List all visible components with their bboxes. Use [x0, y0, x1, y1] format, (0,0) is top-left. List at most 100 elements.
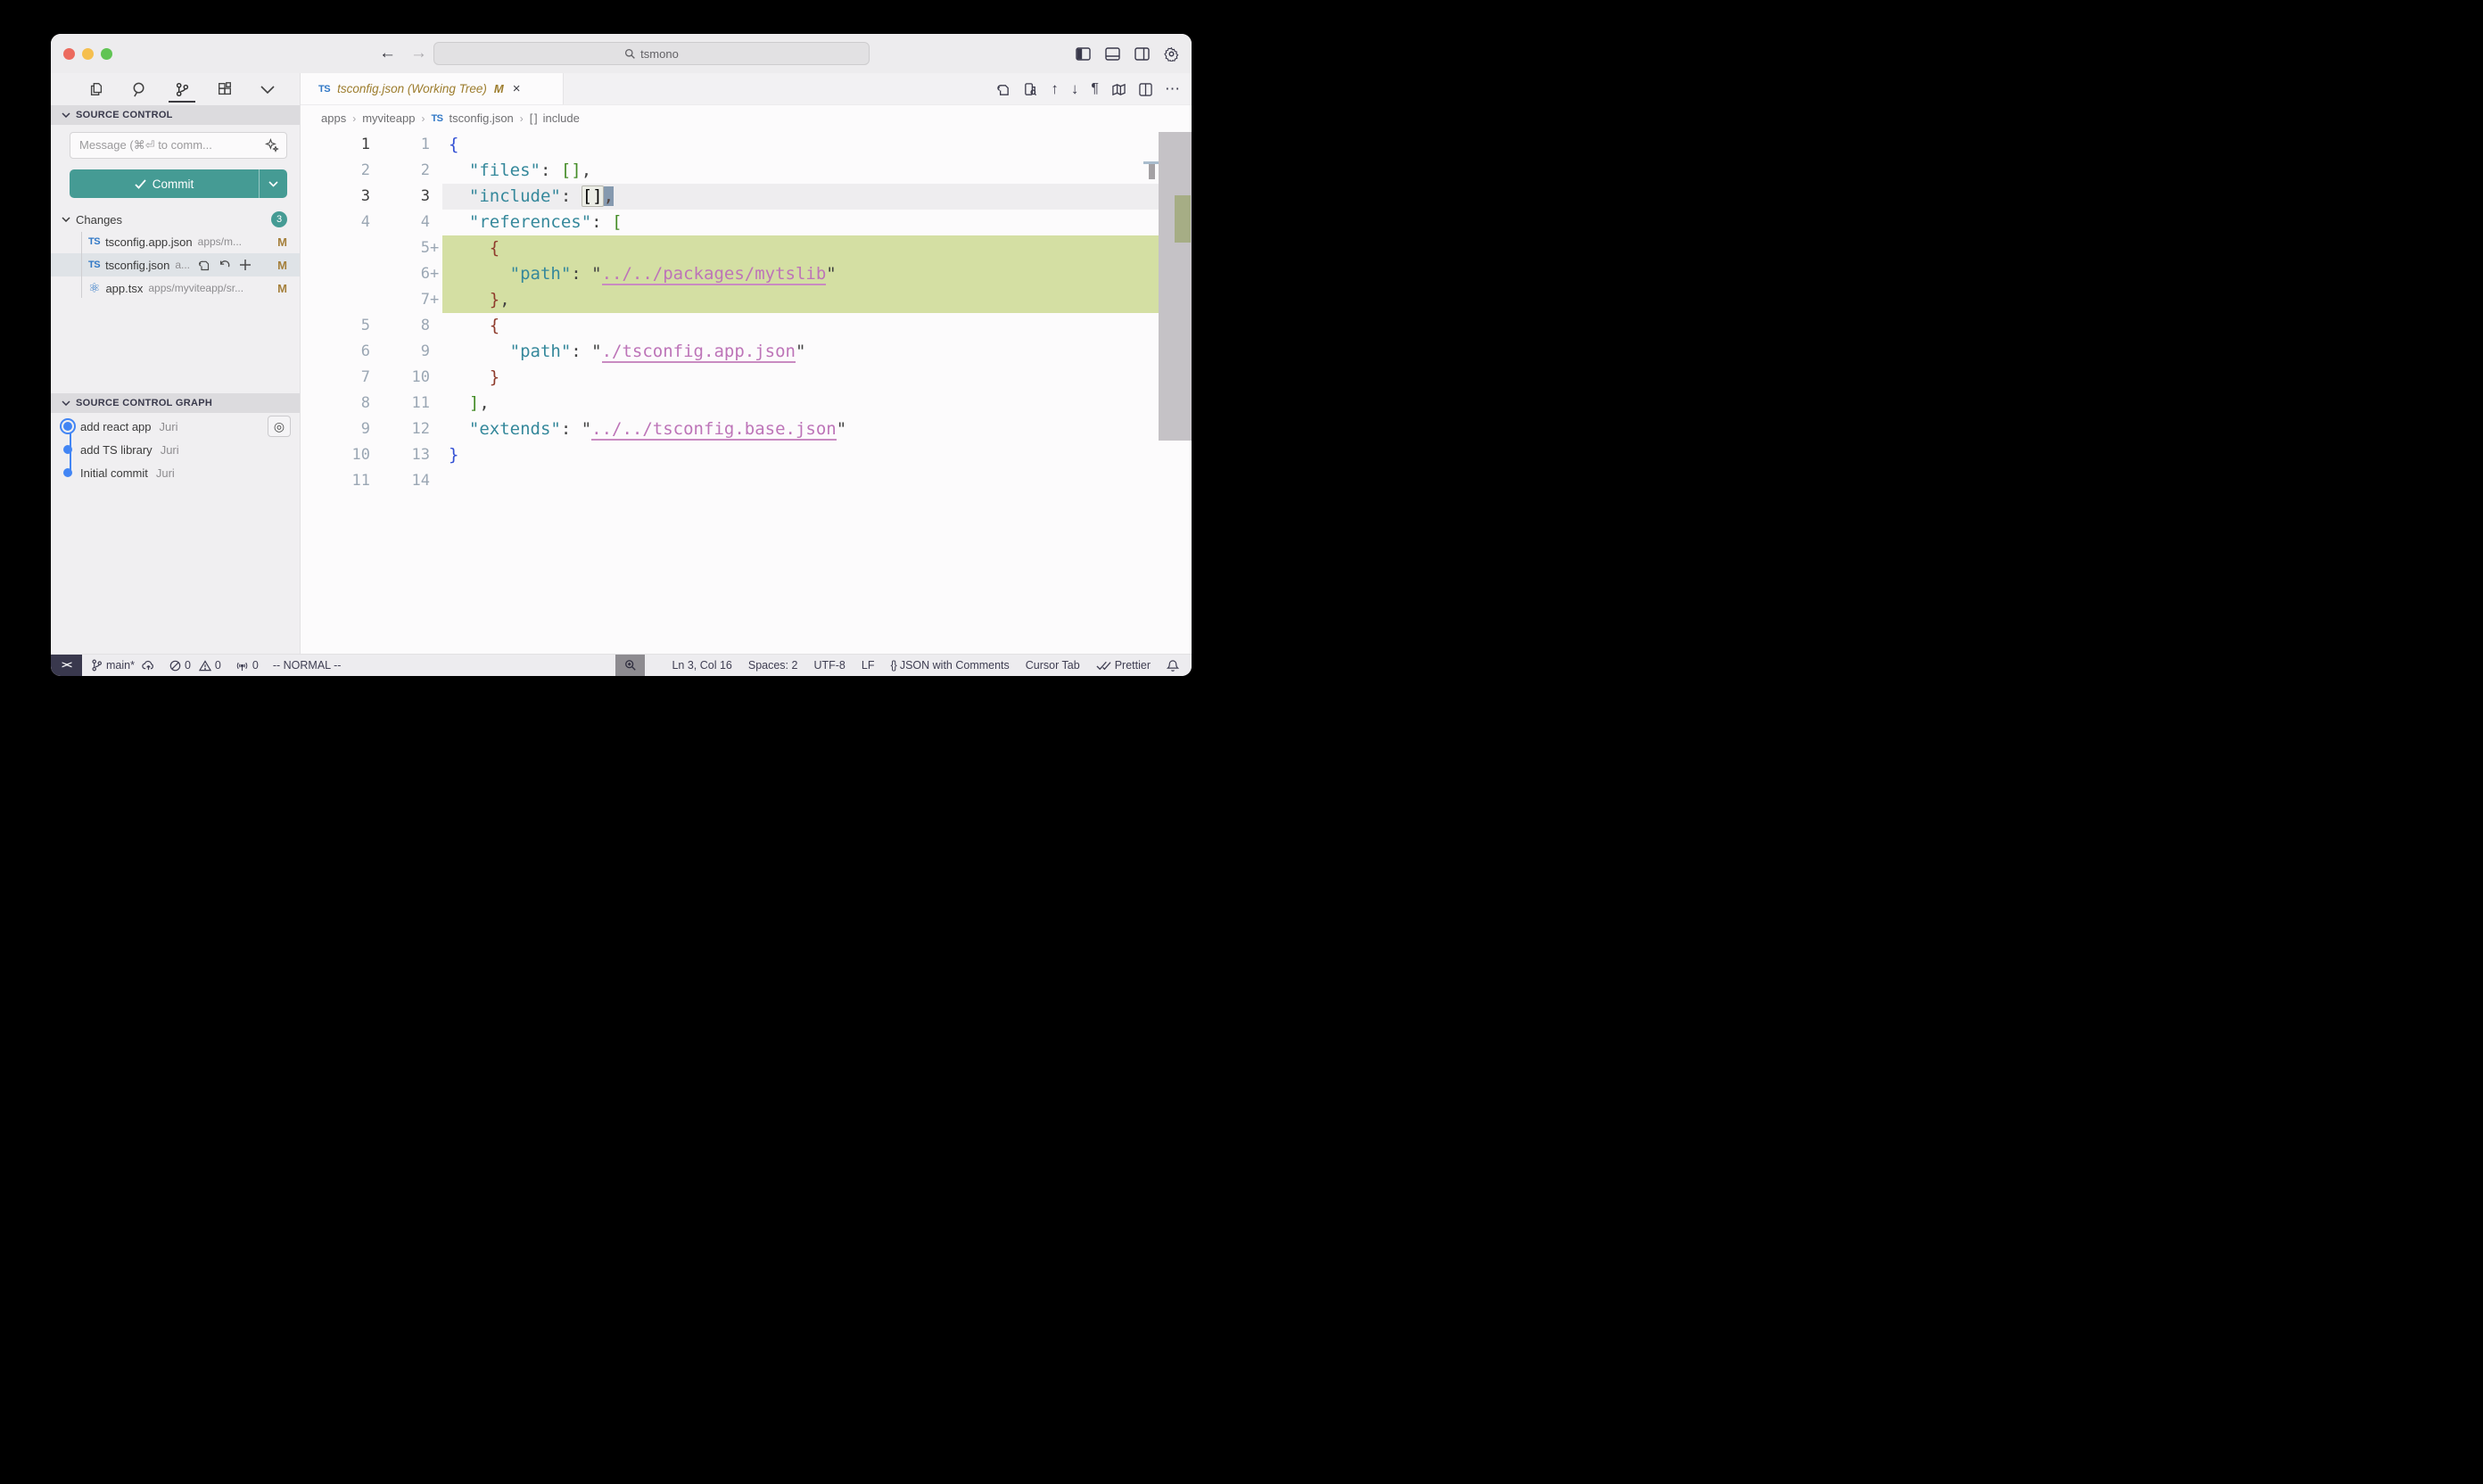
commit-button[interactable]: Commit [70, 169, 287, 198]
remote-indicator[interactable]: >< [51, 655, 82, 676]
code-line[interactable]: 44 "references": [ [301, 210, 1192, 235]
line-number-modified[interactable]: 14 [370, 468, 430, 494]
line-number-modified[interactable]: 3 [370, 184, 430, 210]
line-number-original[interactable]: 6 [301, 339, 370, 365]
file-row-app-tsx[interactable]: ⚛ app.tsx apps/myviteapp/sr... M [51, 276, 300, 300]
layout-panel-icon[interactable] [1105, 47, 1120, 61]
tab-tsconfig-json-working-tree[interactable]: TS tsconfig.json (Working Tree) M × [301, 73, 564, 104]
line-content[interactable]: "path": "../../packages/mytslib" [442, 261, 1192, 287]
line-number-modified[interactable]: 1 [370, 132, 430, 158]
line-number-original[interactable]: 2 [301, 158, 370, 184]
indentation-indicator[interactable]: Spaces: 2 [748, 659, 798, 672]
line-number-modified[interactable]: 5 [370, 235, 430, 261]
file-row-tsconfig-json[interactable]: TS tsconfig.json a... M [51, 253, 300, 276]
extensions-icon[interactable] [213, 76, 236, 103]
breadcrumb-item-tsconfig-json[interactable]: tsconfig.json [450, 111, 514, 125]
line-number-original[interactable]: 4 [301, 210, 370, 235]
file-row-tsconfig-app-json[interactable]: TS tsconfig.app.json apps/m... M [51, 230, 300, 253]
open-file-icon[interactable] [197, 259, 210, 272]
code-line[interactable]: 912 "extends": "../../tsconfig.base.json… [301, 416, 1192, 442]
close-tab-icon[interactable]: × [513, 81, 521, 96]
search-sidebar-icon[interactable] [128, 76, 151, 103]
code-line[interactable]: 1114 [301, 468, 1192, 494]
zoom-status-item[interactable] [615, 655, 645, 677]
commit-row[interactable]: add react app Juri ◎ [51, 415, 300, 438]
more-views-chevron-icon[interactable] [256, 76, 279, 103]
cursor-tab-indicator[interactable]: Cursor Tab [1026, 659, 1080, 672]
close-window-button[interactable] [63, 48, 75, 60]
goto-current-history-item-button[interactable]: ◎ [268, 416, 291, 437]
cursor-position-indicator[interactable]: Ln 3, Col 16 [672, 659, 731, 672]
source-control-graph-header[interactable]: SOURCE CONTROL GRAPH [51, 393, 300, 413]
pilcrow-icon[interactable]: ¶ [1091, 81, 1099, 97]
line-content[interactable]: "path": "./tsconfig.app.json" [442, 339, 1192, 365]
code-line[interactable]: 58 { [301, 313, 1192, 339]
code-line[interactable]: 5+ { [301, 235, 1192, 261]
line-number-modified[interactable]: 8 [370, 313, 430, 339]
line-content[interactable]: } [442, 442, 1192, 468]
line-number-modified[interactable]: 6 [370, 261, 430, 287]
sparkle-ai-icon[interactable] [265, 138, 279, 153]
commit-row[interactable]: add TS library Juri [51, 438, 300, 461]
line-number-modified[interactable]: 9 [370, 339, 430, 365]
code-content[interactable]: 11 {22 "files": [],33 "include": [],44 "r… [301, 132, 1192, 494]
explorer-icon[interactable] [85, 76, 108, 103]
line-number-modified[interactable]: 13 [370, 442, 430, 468]
line-number-original[interactable]: 7 [301, 365, 370, 391]
map-icon[interactable] [1111, 83, 1126, 96]
eol-indicator[interactable]: LF [862, 659, 875, 672]
breadcrumb-item-apps[interactable]: apps [321, 111, 346, 125]
line-content[interactable]: "files": [], [442, 158, 1192, 184]
line-number-original[interactable]: 1 [301, 132, 370, 158]
line-number-original[interactable]: 9 [301, 416, 370, 442]
navigate-back-icon[interactable]: ← [379, 44, 396, 63]
commit-row[interactable]: Initial commit Juri [51, 461, 300, 484]
line-number-original[interactable]: 11 [301, 468, 370, 494]
vim-mode-indicator[interactable]: -- NORMAL -- [273, 659, 342, 672]
branch-indicator[interactable]: main* [91, 659, 155, 672]
zoom-window-button[interactable] [101, 48, 112, 60]
ports-indicator[interactable]: 0 [235, 659, 259, 672]
line-number-original[interactable]: 3 [301, 184, 370, 210]
encoding-indicator[interactable]: UTF-8 [813, 659, 845, 672]
line-number-modified[interactable]: 12 [370, 416, 430, 442]
line-content[interactable]: }, [442, 287, 1192, 313]
line-content[interactable]: ], [442, 391, 1192, 416]
source-control-section-header[interactable]: SOURCE CONTROL [51, 105, 300, 125]
more-actions-icon[interactable]: ⋯ [1165, 80, 1181, 98]
discard-changes-icon[interactable] [219, 259, 231, 271]
go-to-file-icon[interactable] [995, 82, 1011, 97]
split-editor-icon[interactable] [1139, 83, 1152, 96]
code-line[interactable]: 811 ], [301, 391, 1192, 416]
line-number-modified[interactable]: 2 [370, 158, 430, 184]
line-number-modified[interactable]: 11 [370, 391, 430, 416]
commit-dropdown-button[interactable] [259, 169, 287, 198]
line-content[interactable] [442, 468, 1192, 494]
code-line[interactable]: 7+ }, [301, 287, 1192, 313]
editor-body[interactable]: 11 {22 "files": [],33 "include": [],44 "r… [301, 131, 1192, 654]
language-mode-indicator[interactable]: {}JSON with Comments [890, 659, 1009, 672]
breadcrumb-item-include[interactable]: include [543, 111, 580, 125]
code-line[interactable]: 6+ "path": "../../packages/mytslib" [301, 261, 1192, 287]
commit-message-input[interactable]: Message (⌘⏎ to comm... [70, 132, 287, 159]
line-number-original[interactable]: 5 [301, 313, 370, 339]
vertical-scrollbar[interactable] [1159, 132, 1192, 441]
navigate-forward-icon[interactable]: → [410, 44, 427, 63]
layout-sidebar-left-icon[interactable] [1076, 47, 1091, 61]
line-number-modified[interactable]: 10 [370, 365, 430, 391]
breadcrumb-item-myviteapp[interactable]: myviteapp [362, 111, 415, 125]
previous-change-icon[interactable]: ↑ [1051, 80, 1059, 98]
code-line[interactable]: 33 "include": [], [301, 184, 1192, 210]
code-line[interactable]: 11 { [301, 132, 1192, 158]
line-number-modified[interactable]: 7 [370, 287, 430, 313]
line-content[interactable]: { [442, 235, 1192, 261]
code-line[interactable]: 1013} [301, 442, 1192, 468]
notifications-bell-icon[interactable] [1167, 659, 1179, 672]
code-line[interactable]: 22 "files": [], [301, 158, 1192, 184]
stage-changes-icon[interactable] [239, 259, 252, 271]
line-number-original[interactable]: 10 [301, 442, 370, 468]
line-content[interactable]: { [442, 132, 1192, 158]
line-number-modified[interactable]: 4 [370, 210, 430, 235]
code-line[interactable]: 69 "path": "./tsconfig.app.json" [301, 339, 1192, 365]
line-content[interactable]: "references": [ [442, 210, 1192, 235]
